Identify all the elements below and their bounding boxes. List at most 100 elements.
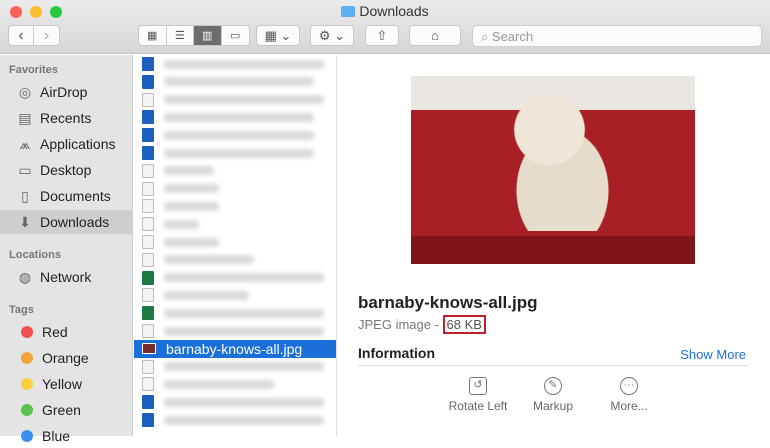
file-row[interactable] <box>134 251 336 269</box>
sidebar-item-airdrop[interactable]: ◎ AirDrop <box>0 80 132 104</box>
title-bar: Downloads ‹ › ▦ ☰ ▥ ▭ ▦ ⌄ ⚙ ⌄ ⇧ ⌂ ⌕ Sear… <box>0 0 770 54</box>
file-row[interactable] <box>134 162 336 180</box>
file-row[interactable] <box>134 322 336 340</box>
rotate-left-button[interactable]: ↺ Rotate Left <box>438 377 518 413</box>
action-label: More... <box>610 399 648 413</box>
gear-icon: ⚙ ⌄ <box>318 27 346 43</box>
tag-dot-icon <box>21 404 33 416</box>
window-title: Downloads <box>0 3 770 19</box>
file-row[interactable] <box>134 55 336 73</box>
tag-label: Blue <box>42 428 71 444</box>
file-icon <box>142 270 154 285</box>
file-row[interactable] <box>134 197 336 215</box>
file-row[interactable] <box>134 144 336 162</box>
file-icon <box>142 252 154 267</box>
markup-button[interactable]: ✎ Markup <box>513 377 593 413</box>
file-row[interactable] <box>134 73 336 91</box>
file-icon <box>142 146 154 160</box>
tag-dot-icon <box>21 352 33 364</box>
file-icon <box>142 92 154 107</box>
file-name <box>164 308 324 318</box>
sidebar-item-downloads[interactable]: ⬇ Downloads <box>0 210 132 234</box>
file-icon <box>142 343 156 355</box>
forward-button[interactable]: › <box>34 26 59 45</box>
file-row[interactable] <box>134 108 336 126</box>
file-name <box>164 201 219 211</box>
file-row[interactable] <box>134 411 336 429</box>
airdrop-icon: ◎ <box>18 83 32 100</box>
preview-kind: JPEG image - 68 KB <box>358 315 486 334</box>
file-name <box>164 59 324 69</box>
section-favorites: Favorites <box>9 64 58 76</box>
tag-blue[interactable]: Blue <box>0 424 132 448</box>
tag-label: Red <box>42 324 68 340</box>
tag-green[interactable]: Green <box>0 398 132 422</box>
globe-icon: ◍ <box>18 268 32 285</box>
tag-red[interactable]: Red <box>0 320 132 344</box>
file-row[interactable] <box>134 286 336 304</box>
selected-file-row[interactable]: barnaby-knows-all.jpg <box>134 339 336 358</box>
tag-orange[interactable]: Orange <box>0 346 132 370</box>
file-icon <box>142 377 154 392</box>
file-icon <box>142 181 154 196</box>
sidebar-item-recents[interactable]: ▤ Recents <box>0 106 132 130</box>
tag-label: Orange <box>42 350 89 366</box>
dog-image <box>491 96 621 231</box>
file-icon <box>142 217 154 232</box>
file-row[interactable] <box>134 393 336 411</box>
file-name <box>164 166 214 176</box>
action-button[interactable]: ⚙ ⌄ <box>310 25 354 46</box>
sidebar-item-network[interactable]: ◍ Network <box>0 265 132 289</box>
file-icon <box>142 324 154 338</box>
show-more-link[interactable]: Show More <box>680 347 746 362</box>
tag-yellow[interactable]: Yellow <box>0 372 132 396</box>
search-input[interactable]: ⌕ Search <box>472 25 762 47</box>
file-row[interactable] <box>134 126 336 144</box>
more-button[interactable]: ··· More... <box>589 377 669 413</box>
file-icon <box>142 128 154 143</box>
tag-dot-icon <box>21 326 33 338</box>
tags-button[interactable]: ⌂ <box>409 25 461 46</box>
back-button[interactable]: ‹ <box>9 26 35 45</box>
gallery-view-button[interactable]: ▭ <box>222 26 249 45</box>
desktop-icon: ▭ <box>18 161 32 178</box>
file-row[interactable] <box>134 91 336 109</box>
sidebar-item-documents[interactable]: ▯ Documents <box>0 184 132 208</box>
list-view-button[interactable]: ☰ <box>167 26 194 45</box>
file-row[interactable] <box>134 215 336 233</box>
file-icon <box>142 110 154 125</box>
file-name <box>164 184 219 194</box>
sidebar-item-desktop[interactable]: ▭ Desktop <box>0 158 132 182</box>
preview-filename: barnaby-knows-all.jpg <box>358 293 538 312</box>
preview-pane: barnaby-knows-all.jpg JPEG image - 68 KB… <box>338 55 770 436</box>
group-button[interactable]: ▦ ⌄ <box>256 25 300 46</box>
share-button[interactable]: ⇧ <box>365 25 399 46</box>
sidebar: Favorites ◎ AirDrop ▤ Recents ⩕ Application… <box>0 55 133 444</box>
file-row[interactable] <box>134 269 336 287</box>
icon-view-button[interactable]: ▦ <box>139 26 167 45</box>
file-name: barnaby-knows-all.jpg <box>166 340 303 357</box>
file-name <box>164 415 324 425</box>
column-view-button[interactable]: ▥ <box>194 26 222 45</box>
file-row[interactable] <box>134 358 336 376</box>
file-name <box>164 77 314 87</box>
file-row[interactable] <box>134 304 336 322</box>
sidebar-item-label: Documents <box>40 188 111 204</box>
file-row[interactable] <box>134 180 336 198</box>
file-row[interactable] <box>134 375 336 393</box>
file-icon <box>142 288 154 303</box>
download-icon: ⬇ <box>19 213 31 230</box>
folder-icon <box>341 6 356 17</box>
group-icon: ▦ ⌄ <box>264 27 292 43</box>
share-icon: ⇧ <box>376 27 388 43</box>
file-icon <box>142 395 154 410</box>
file-name <box>164 273 324 283</box>
tag-dot-icon <box>21 378 33 390</box>
more-icon: ··· <box>620 377 638 395</box>
view-switcher: ▦ ☰ ▥ ▭ <box>138 25 250 46</box>
action-label: Rotate Left <box>448 399 508 413</box>
file-icon <box>142 199 154 214</box>
sidebar-item-applications[interactable]: ⩕ Applications <box>0 132 132 156</box>
file-row[interactable] <box>134 233 336 251</box>
file-column: barnaby-knows-all.jpg <box>134 55 337 436</box>
